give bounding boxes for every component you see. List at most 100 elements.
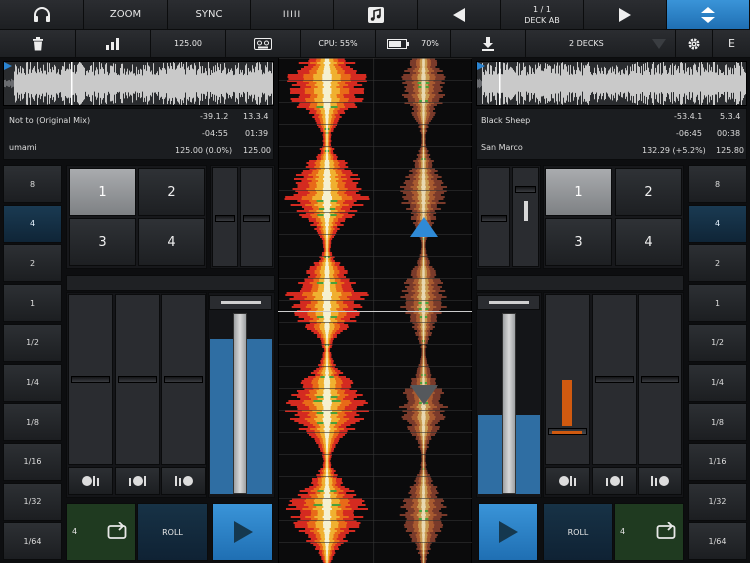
fx-slider-b3[interactable]	[638, 294, 682, 465]
playhead-line	[278, 311, 472, 312]
beat-length-button-b[interactable]: 1/64	[688, 522, 747, 561]
beat-length-list-b: 8 4 2 1 1/2 1/4 1/8 1/16 1/32 1/64	[688, 165, 747, 562]
fx-slider-b2[interactable]	[592, 294, 637, 465]
volume-cap-a	[209, 295, 272, 310]
signal-bars-icon	[106, 37, 119, 50]
hotcue-pad-1-b[interactable]: 1	[545, 168, 612, 216]
deck-selector[interactable]: 1 / 1 DECK AB	[501, 0, 584, 30]
sync-button[interactable]: SYNC	[168, 0, 251, 30]
fx-header-a	[66, 275, 275, 291]
beat-length-button-a[interactable]: 1/64	[3, 522, 62, 561]
fx-icon	[128, 476, 146, 486]
next-deck-button[interactable]	[584, 0, 667, 30]
fx-select-b3[interactable]	[638, 467, 682, 495]
recorder-button[interactable]	[226, 30, 301, 58]
download-button[interactable]	[451, 30, 526, 58]
overview-waveform-a[interactable]	[3, 61, 274, 106]
beat-length-button-b[interactable]: 8	[688, 165, 747, 203]
fx-header-b	[476, 275, 684, 291]
volume-fader-a[interactable]	[233, 313, 247, 494]
fx-slider-a2[interactable]	[115, 294, 160, 465]
beat-length-button-a[interactable]: 1/4	[3, 363, 62, 402]
eq-slider-b2[interactable]	[512, 167, 539, 267]
time-elapsed-a: 01:39	[245, 129, 269, 138]
collapse-button[interactable]	[667, 0, 750, 30]
volume-fader-b[interactable]	[502, 313, 516, 494]
deck-name: DECK AB	[524, 15, 560, 25]
fx-select-a3[interactable]	[161, 467, 206, 495]
beat-length-button-a[interactable]: 1/16	[3, 442, 62, 481]
music-library-button[interactable]	[334, 0, 418, 30]
beat-length-button-b[interactable]: 1/16	[688, 442, 747, 481]
trash-icon	[32, 36, 43, 50]
beat-length-button-a[interactable]: 1/8	[3, 403, 62, 442]
loop-beats-b: 4	[620, 527, 626, 536]
beat-length-button-a[interactable]: 4	[3, 204, 62, 243]
overview-waveform-b[interactable]	[476, 61, 747, 106]
beat-position-a: -39.1.2	[200, 112, 229, 121]
levels-button[interactable]	[76, 30, 151, 58]
beat-position-b: -53.4.1	[674, 112, 703, 121]
beat-length-button-b[interactable]: 1	[688, 284, 747, 323]
hotcue-pad-3-a[interactable]: 3	[69, 218, 136, 266]
battery-icon	[387, 38, 410, 49]
play-button-b[interactable]	[478, 503, 538, 561]
deck-count-selector[interactable]: 2 DECKS	[526, 30, 676, 58]
cpu-meter: CPU: 55%	[301, 30, 376, 58]
beat-length-button-a[interactable]: 8	[3, 165, 62, 203]
fx-icon	[605, 476, 623, 486]
beat-length-button-b[interactable]: 2	[688, 244, 747, 283]
fx-icon	[558, 476, 576, 486]
fx-select-a1[interactable]	[68, 467, 113, 495]
pitch-b: 132.29 (+5.2%)	[642, 146, 706, 155]
eq-slider-b1[interactable]	[478, 167, 510, 267]
deck-count-label: 2 DECKS	[569, 39, 604, 48]
fx-slider-a3[interactable]	[161, 294, 206, 465]
beat-length-button-a[interactable]: 1/32	[3, 482, 62, 521]
hotcue-pad-2-a[interactable]: 2	[138, 168, 205, 216]
trash-button[interactable]	[0, 30, 76, 58]
settings-button[interactable]	[676, 30, 713, 58]
roll-button-a[interactable]: ROLL	[137, 503, 208, 561]
track-artist-a: umami	[9, 143, 37, 152]
eq-slider-a2[interactable]	[240, 167, 273, 267]
play-button-a[interactable]	[212, 503, 273, 561]
hotcue-pad-1-a[interactable]: 1	[69, 168, 136, 216]
bar-position-a: 13.3.4	[243, 112, 269, 121]
fx-select-a2[interactable]	[115, 467, 160, 495]
bars-view-button[interactable]: IIIII	[251, 0, 334, 30]
beat-length-button-b[interactable]: 1/32	[688, 482, 747, 521]
beat-length-button-b[interactable]: 4	[688, 204, 747, 243]
chevron-down-icon	[652, 39, 666, 49]
beat-length-button-a[interactable]: 2	[3, 244, 62, 283]
play-icon	[233, 521, 253, 543]
beat-length-button-a[interactable]: 1	[3, 284, 62, 323]
headphones-button[interactable]	[0, 0, 84, 30]
triangle-left-icon	[453, 7, 465, 22]
hotcue-pad-4-a[interactable]: 4	[138, 218, 205, 266]
roll-button-b[interactable]: ROLL	[543, 503, 613, 561]
previous-deck-button[interactable]	[418, 0, 501, 30]
loop-icon	[107, 522, 127, 539]
volume-cap-b	[477, 295, 540, 310]
master-bpm[interactable]: 125.00	[151, 30, 226, 58]
hotcue-pad-2-b[interactable]: 2	[615, 168, 682, 216]
fx-select-b2[interactable]	[592, 467, 637, 495]
fx-slider-b1[interactable]	[545, 294, 590, 465]
fx-slider-a1[interactable]	[68, 294, 113, 465]
beat-length-button-b[interactable]: 1/2	[688, 323, 747, 362]
time-elapsed-b: 00:38	[717, 129, 741, 138]
fx-icon	[81, 476, 99, 486]
battery-indicator: 70%	[376, 30, 451, 58]
eq-slider-a1[interactable]	[212, 167, 238, 267]
zoom-button[interactable]: ZOOM	[84, 0, 168, 30]
edit-button[interactable]: E	[713, 30, 750, 58]
beat-length-button-a[interactable]: 1/2	[3, 323, 62, 362]
hotcue-pad-3-b[interactable]: 3	[545, 218, 612, 266]
fx-select-b1[interactable]	[545, 467, 590, 495]
triangle-up-icon	[410, 217, 438, 237]
beat-length-button-b[interactable]: 1/4	[688, 363, 747, 402]
hotcue-pad-4-b[interactable]: 4	[615, 218, 682, 266]
battery-label: 70%	[421, 39, 439, 48]
beat-length-button-b[interactable]: 1/8	[688, 403, 747, 442]
